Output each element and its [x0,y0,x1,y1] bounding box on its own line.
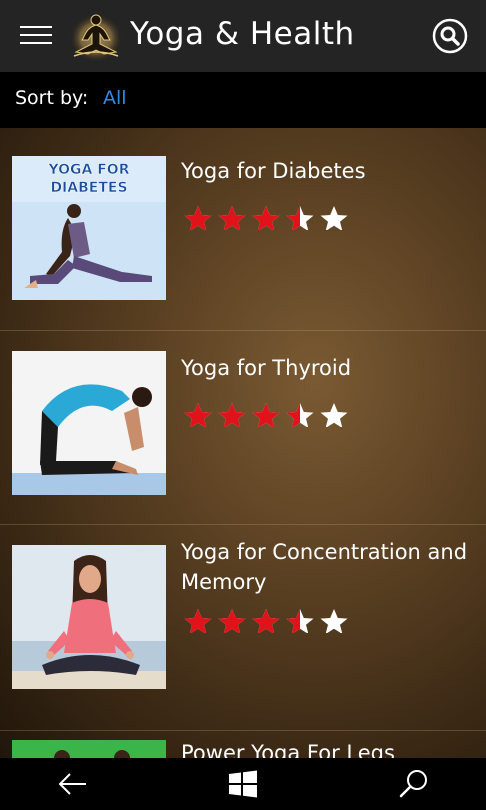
yoga-lotus-logo-icon [70,14,122,62]
sort-filter-dropdown[interactable]: All [103,87,127,109]
star-half-icon [286,403,314,427]
star-filled-icon [218,609,246,633]
yoga-list: YOGA FOR DIABETES Yoga for Diabetes Yoga… [0,128,486,758]
star-filled-icon [218,206,246,230]
star-rating [181,204,351,230]
yoga-for-diabetes-thumbnail: YOGA FOR DIABETES [12,156,166,300]
search-icon[interactable] [432,18,468,54]
power-yoga-for-legs-thumbnail [12,740,166,758]
item-title: Yoga for Thyroid [181,356,352,380]
search-icon[interactable] [396,766,432,802]
svg-text:YOGA FOR: YOGA FOR [48,162,130,178]
star-rating [181,401,351,427]
item-title: Power Yoga For Legs [181,741,395,758]
app-title: Yoga & Health [130,16,355,52]
list-item[interactable]: Yoga for Concentration and Memory [0,525,486,731]
star-half-icon [286,206,314,230]
svg-text:DIABETES: DIABETES [50,180,127,196]
star-rating [181,607,351,633]
item-title: Yoga for Diabetes [181,159,366,183]
yoga-for-thyroid-thumbnail [12,351,166,495]
system-nav-bar [0,758,486,810]
app-header: Yoga & Health [0,0,486,72]
star-filled-icon [218,403,246,427]
star-empty-icon [320,403,348,427]
divider [0,730,486,731]
star-filled-icon [252,609,280,633]
list-item[interactable]: YOGA FOR DIABETES Yoga for Diabetes [0,128,486,331]
hamburger-icon[interactable] [20,26,52,46]
item-title: Yoga for Concentration and Memory [181,540,468,594]
windows-logo-icon[interactable] [225,766,261,802]
star-filled-icon [252,403,280,427]
sort-label: Sort by: [15,87,89,109]
star-filled-icon [184,206,212,230]
star-filled-icon [184,609,212,633]
list-item[interactable]: Power Yoga For Legs [0,732,486,758]
star-empty-icon [320,206,348,230]
back-arrow-icon[interactable] [54,766,90,802]
yoga-for-concentration-thumbnail [12,545,166,689]
star-filled-icon [252,206,280,230]
star-empty-icon [320,609,348,633]
star-filled-icon [184,403,212,427]
list-item[interactable]: Yoga for Thyroid [0,331,486,525]
star-half-icon [286,609,314,633]
